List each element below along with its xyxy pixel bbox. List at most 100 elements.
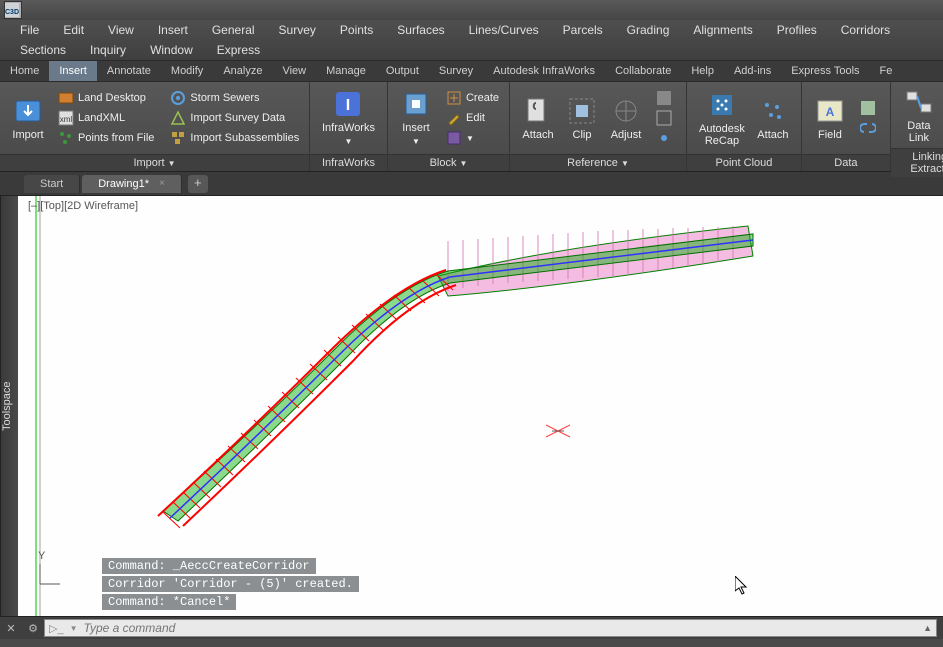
menu-edit[interactable]: Edit [51,20,96,40]
recap-icon [706,89,738,121]
panel-reference-label[interactable]: Reference▼ [510,154,686,171]
land-desktop-button[interactable]: Land Desktop [54,89,158,107]
menu-sections[interactable]: Sections [8,40,78,60]
panel-infraworks-label[interactable]: InfraWorks [310,154,387,171]
menu-general[interactable]: General [200,20,267,40]
doctab-drawing1[interactable]: Drawing1*× [82,175,182,193]
doctab-start[interactable]: Start [24,175,80,193]
insert-block-button[interactable]: Insert ▼ [394,86,438,150]
menu-insert[interactable]: Insert [146,20,200,40]
create-block-button[interactable]: Create [442,89,503,107]
toolspace-palette[interactable]: Toolspace [0,196,18,616]
import-icon [12,95,44,127]
subassemblies-icon [170,130,186,146]
ribbon-tab-modify[interactable]: Modify [161,61,213,81]
panel-block-label[interactable]: Block▼ [388,154,509,171]
history-line: Command: _AeccCreateCorridor [102,558,316,574]
ref-tool-3[interactable] [652,129,680,147]
menu-points[interactable]: Points [328,20,385,40]
ref-tool-2[interactable] [652,109,680,127]
ribbon-tab-analyze[interactable]: Analyze [213,61,272,81]
menu-parcels[interactable]: Parcels [551,20,615,40]
menu-file[interactable]: File [8,20,51,40]
ribbon-tab-infraworks[interactable]: Autodesk InfraWorks [483,61,605,81]
ribbon-tab-feature[interactable]: Fe [870,61,903,81]
command-prompt-icon: ▷_ [49,622,64,635]
adjust-button[interactable]: Adjust [604,93,648,143]
add-tab-button[interactable]: + [188,175,208,193]
menu-alignments[interactable]: Alignments [681,20,764,40]
attach-button[interactable]: Attach [516,93,560,143]
document-tabs: Start Drawing1*× + [0,172,943,196]
cmd-customize-icon[interactable]: ⚙ [24,619,42,637]
command-input-wrapper[interactable]: ▷_ ▼ ▲ [44,619,937,637]
menu-grading[interactable]: Grading [615,20,682,40]
land-desktop-icon [58,90,74,106]
datalink-button[interactable]: Data Link [897,84,941,146]
menu-express[interactable]: Express [205,40,272,60]
ribbon-tab-manage[interactable]: Manage [316,61,376,81]
command-history: Command: _AeccCreateCorridor Corridor 'C… [102,556,359,610]
command-input[interactable] [84,621,924,635]
data-tool-1[interactable] [856,99,884,117]
menu-survey[interactable]: Survey [267,20,328,40]
cmd-close-icon[interactable]: ✕ [2,619,20,637]
import-button[interactable]: Import [6,93,50,143]
svg-text:C3D: C3D [5,9,19,16]
view-label[interactable]: [–][Top][2D Wireframe] [28,200,138,212]
ribbon-tab-survey[interactable]: Survey [429,61,483,81]
block-attributes-button[interactable]: ▼ [442,129,503,147]
ribbon-tab-insert[interactable]: Insert [49,61,97,81]
storm-sewers-button[interactable]: Storm Sewers [166,89,303,107]
menu-profiles[interactable]: Profiles [765,20,829,40]
ribbon-tab-home[interactable]: Home [0,61,49,81]
ref-tool-1[interactable] [652,89,680,107]
menu-view[interactable]: View [96,20,146,40]
ribbon-tab-expresstools[interactable]: Express Tools [781,61,869,81]
panel-infraworks: I InfraWorks ▼ InfraWorks [310,82,388,171]
panel-data: AField Data [802,82,891,171]
panel-data-label[interactable]: Data [802,154,890,171]
command-recent-dropdown[interactable]: ▲ [923,623,932,633]
workspace: Toolspace [0,196,943,616]
underlay-icon [656,90,672,106]
clip-button[interactable]: Clip [560,93,604,143]
attach-pc-icon [757,95,789,127]
drawing-canvas[interactable]: [–][Top][2D Wireframe] Y Command: _AeccC… [18,196,943,616]
ribbon-tabs: Home Insert Annotate Modify Analyze View… [0,61,943,82]
attach-pc-button[interactable]: Attach [751,93,795,143]
menu-linescurves[interactable]: Lines/Curves [457,20,551,40]
snap-icon [656,130,672,146]
ribbon-tab-annotate[interactable]: Annotate [97,61,161,81]
storm-sewers-icon [170,90,186,106]
points-from-file-button[interactable]: Points from File [54,129,158,147]
menu-corridors[interactable]: Corridors [829,20,902,40]
panel-pointcloud-label[interactable]: Point Cloud [687,154,801,171]
titlebar: C3D [0,0,943,20]
recap-button[interactable]: Autodesk ReCap [693,87,751,149]
edit-block-button[interactable]: Edit [442,109,503,127]
panel-import-label[interactable]: Import▼ [0,154,309,171]
ribbon-tab-addins[interactable]: Add-ins [724,61,781,81]
ribbon-tab-help[interactable]: Help [681,61,724,81]
data-tool-2[interactable] [856,119,884,137]
create-block-icon [446,90,462,106]
close-tab-icon[interactable]: × [159,178,165,189]
ribbon-tab-view[interactable]: View [272,61,316,81]
ribbon-tab-output[interactable]: Output [376,61,429,81]
field-button[interactable]: AField [808,93,852,143]
infraworks-button[interactable]: I InfraWorks ▼ [316,86,381,150]
panel-reference: Attach Clip Adjust Reference▼ [510,82,687,171]
svg-text:A: A [826,105,835,119]
ucs-icon: Y [38,550,62,586]
clip-icon [566,95,598,127]
import-subassemblies-button[interactable]: Import Subassemblies [166,129,303,147]
panel-linking-label[interactable]: Linking & Extraction [891,148,943,177]
menu-window[interactable]: Window [138,40,205,60]
import-survey-data-button[interactable]: Import Survey Data [166,109,303,127]
menu-inquiry[interactable]: Inquiry [78,40,138,60]
ribbon-tab-collaborate[interactable]: Collaborate [605,61,681,81]
landxml-button[interactable]: xmlLandXML [54,109,158,127]
menu-surfaces[interactable]: Surfaces [385,20,456,40]
edit-block-icon [446,110,462,126]
